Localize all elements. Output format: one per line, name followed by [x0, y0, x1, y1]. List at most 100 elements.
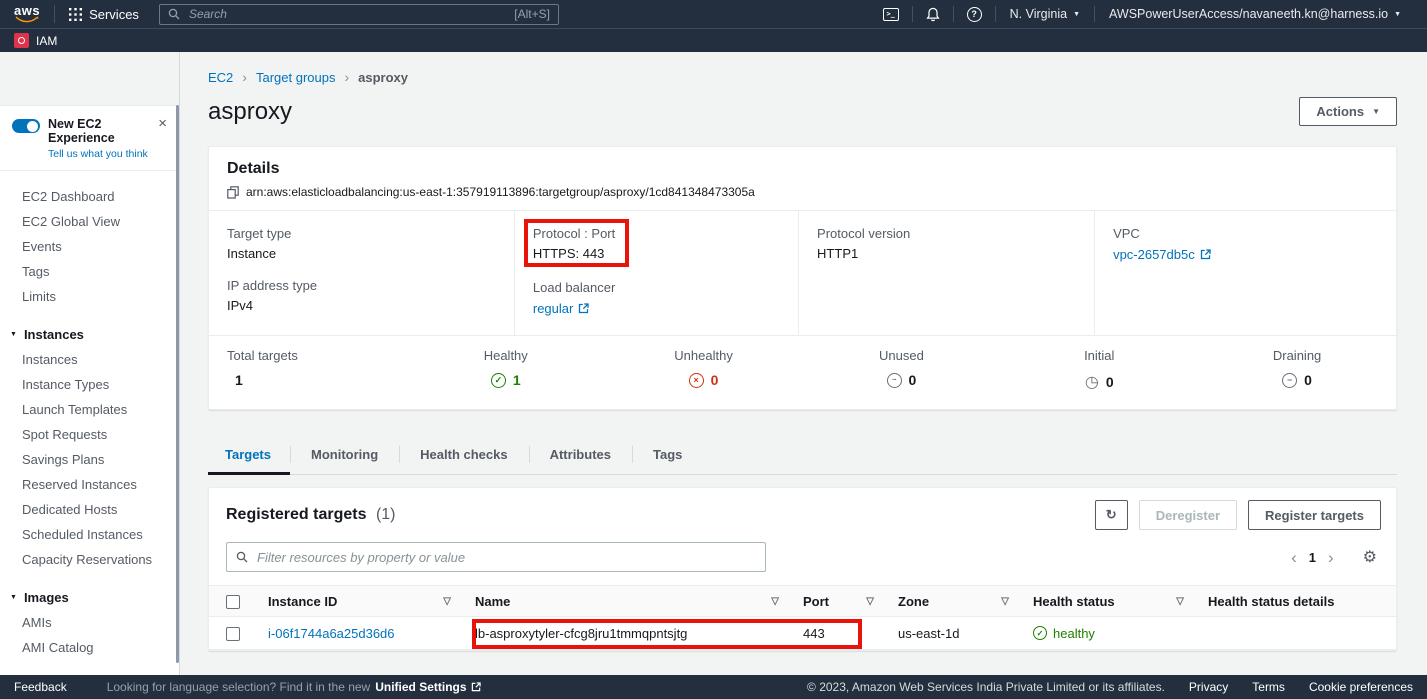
- refresh-button[interactable]: ↻: [1095, 500, 1128, 530]
- sidebar-item-capacity-reservations[interactable]: Capacity Reservations: [0, 547, 179, 572]
- registered-targets-count: (1): [376, 506, 396, 523]
- stat-label-unused: Unused: [802, 348, 1000, 363]
- search-icon: [236, 551, 248, 563]
- sidebar-nav: EC2 Dashboard EC2 Global View Events Tag…: [0, 171, 179, 675]
- field-label-load-balancer: Load balancer: [533, 280, 780, 295]
- services-label: Services: [89, 7, 139, 22]
- deregister-button[interactable]: Deregister: [1139, 500, 1237, 530]
- stat-value-unhealthy: 0: [711, 372, 719, 388]
- target-name: lb-asproxytyler-cfcg8jru1tmmqpntsjtg: [475, 626, 687, 641]
- sidebar-item-spot-requests[interactable]: Spot Requests: [0, 422, 179, 447]
- register-targets-button[interactable]: Register targets: [1248, 500, 1381, 530]
- caret-down-icon: ▼: [10, 331, 17, 338]
- sidebar-spacer: [0, 52, 179, 105]
- unified-settings-link[interactable]: Unified Settings: [375, 680, 480, 694]
- sort-icon[interactable]: ▽: [443, 596, 451, 607]
- stat-label-initial: Initial: [1000, 348, 1198, 363]
- sidebar-item-amis[interactable]: AMIs: [0, 610, 179, 635]
- previous-page-button[interactable]: ‹: [1282, 549, 1306, 566]
- sidebar-item-reserved-instances[interactable]: Reserved Instances: [0, 472, 179, 497]
- instance-id-link[interactable]: i-06f1744a6a25d36d6: [268, 626, 395, 641]
- aws-smile-icon: [15, 16, 39, 23]
- field-value-target-type: Instance: [227, 246, 496, 261]
- feedback-link[interactable]: Tell us what you think: [48, 148, 148, 160]
- x-circle-icon: ×: [689, 373, 704, 388]
- vpc-link[interactable]: vpc-2657db5c: [1113, 247, 1211, 262]
- feedback-button[interactable]: Feedback: [14, 680, 67, 694]
- annotation-box-protocol-port: Protocol : Port HTTPS: 443: [533, 226, 615, 261]
- cookie-preferences-link[interactable]: Cookie preferences: [1309, 680, 1413, 694]
- tab-targets[interactable]: Targets: [208, 437, 290, 474]
- load-balancer-link[interactable]: regular: [533, 301, 589, 316]
- ellipsis-circle-icon: ···: [887, 373, 902, 388]
- sidebar-scrollbar[interactable]: [176, 105, 179, 663]
- sidebar-item-ec2-dashboard[interactable]: EC2 Dashboard: [0, 184, 179, 209]
- sidebar-item-tags[interactable]: Tags: [0, 259, 179, 284]
- target-port: 443: [803, 626, 825, 641]
- next-page-button[interactable]: ›: [1319, 549, 1343, 566]
- new-experience-toggle[interactable]: [12, 119, 40, 133]
- sidebar-item-savings-plans[interactable]: Savings Plans: [0, 447, 179, 472]
- tab-monitoring[interactable]: Monitoring: [290, 437, 399, 474]
- row-checkbox[interactable]: [226, 627, 240, 641]
- search-shortcut-hint: [Alt+S]: [514, 7, 550, 21]
- toggle-knob: [27, 121, 38, 132]
- registered-targets-heading: Registered targets: [226, 506, 367, 523]
- external-link-icon: [1200, 249, 1211, 260]
- breadcrumb-target-groups[interactable]: Target groups: [256, 70, 336, 85]
- sidebar-item-instances[interactable]: Instances: [0, 347, 179, 372]
- terms-link[interactable]: Terms: [1252, 680, 1285, 694]
- sidebar-section-elastic-block-store[interactable]: ▼ Elastic Block Store: [0, 673, 179, 675]
- favorite-iam-link[interactable]: IAM: [36, 34, 57, 48]
- help-button[interactable]: ?: [954, 7, 995, 22]
- external-link-icon: [578, 303, 589, 314]
- sidebar-item-events[interactable]: Events: [0, 234, 179, 259]
- target-health-summary: Total targets 1 Healthy ✓ 1 Unhealthy × …: [209, 335, 1396, 409]
- global-search[interactable]: [Alt+S]: [159, 4, 559, 25]
- chevron-down-icon: ▼: [1394, 11, 1401, 18]
- column-header-instance-id: Instance ID: [268, 594, 337, 609]
- filter-input[interactable]: [255, 549, 756, 566]
- footer: Feedback Looking for language selection?…: [0, 675, 1427, 699]
- main-content: EC2 › Target groups › asproxy asproxy Ac…: [180, 52, 1427, 675]
- tab-tags[interactable]: Tags: [632, 437, 703, 474]
- account-menu[interactable]: AWSPowerUserAccess/navaneeth.kn@harness.…: [1095, 7, 1415, 21]
- sort-icon[interactable]: ▽: [1001, 596, 1009, 607]
- notifications-button[interactable]: [913, 7, 953, 22]
- copy-icon[interactable]: [227, 186, 239, 199]
- sidebar-item-ec2-global-view[interactable]: EC2 Global View: [0, 209, 179, 234]
- sidebar-item-limits[interactable]: Limits: [0, 284, 179, 309]
- tab-attributes[interactable]: Attributes: [529, 437, 632, 474]
- breadcrumb-current: asproxy: [358, 70, 408, 85]
- actions-button[interactable]: Actions ▼: [1299, 97, 1397, 126]
- column-header-health-status-details: Health status details: [1208, 594, 1334, 609]
- search-input[interactable]: [187, 6, 507, 22]
- sidebar-item-launch-templates[interactable]: Launch Templates: [0, 397, 179, 422]
- minus-circle-icon: −: [1282, 373, 1297, 388]
- breadcrumb-ec2[interactable]: EC2: [208, 70, 233, 85]
- sort-icon[interactable]: ▽: [1176, 596, 1184, 607]
- services-menu-button[interactable]: Services: [67, 7, 149, 22]
- sidebar-item-dedicated-hosts[interactable]: Dedicated Hosts: [0, 497, 179, 522]
- sort-icon[interactable]: ▽: [866, 596, 874, 607]
- current-page-number: 1: [1306, 550, 1319, 565]
- chevron-down-icon: ▼: [1073, 11, 1080, 18]
- aws-logo[interactable]: aws: [14, 5, 40, 23]
- region-selector[interactable]: N. Virginia ▼: [996, 7, 1094, 21]
- sidebar-section-images[interactable]: ▼ Images: [0, 585, 179, 610]
- sidebar-item-instance-types[interactable]: Instance Types: [0, 372, 179, 397]
- tab-health-checks[interactable]: Health checks: [399, 437, 528, 474]
- details-heading: Details: [227, 160, 1378, 178]
- privacy-link[interactable]: Privacy: [1189, 680, 1228, 694]
- sort-icon[interactable]: ▽: [771, 596, 779, 607]
- select-all-checkbox[interactable]: [226, 595, 240, 609]
- table-settings-gear-icon[interactable]: ⚙: [1359, 547, 1381, 567]
- close-icon[interactable]: ×: [156, 117, 169, 131]
- stat-label-total-targets: Total targets: [227, 348, 407, 363]
- cloudshell-terminal-icon: >_: [883, 8, 899, 21]
- sidebar-item-scheduled-instances[interactable]: Scheduled Instances: [0, 522, 179, 547]
- sidebar-item-ami-catalog[interactable]: AMI Catalog: [0, 635, 179, 660]
- sidebar-section-instances[interactable]: ▼ Instances: [0, 322, 179, 347]
- check-circle-icon: ✓: [491, 373, 506, 388]
- cloudshell-button[interactable]: >_: [870, 8, 912, 21]
